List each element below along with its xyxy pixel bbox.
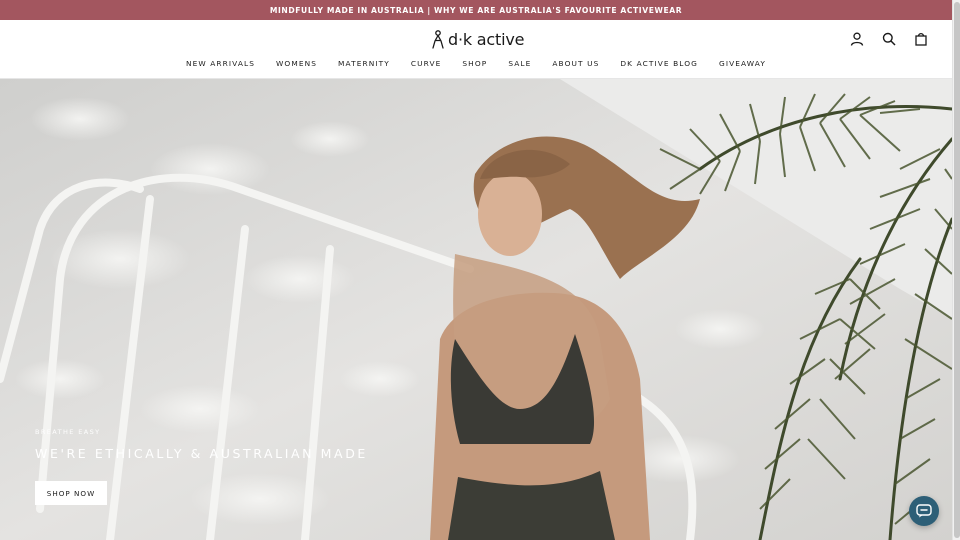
search-icon[interactable]: [882, 32, 896, 46]
site-header: d·k active NEW ARRIVALS WOMENS MATERNITY…: [0, 20, 952, 79]
hero-image: [0, 79, 952, 540]
nav-item-curve[interactable]: CURVE: [400, 59, 452, 68]
logo-figure-icon: [432, 29, 444, 49]
brand-logo[interactable]: d·k active: [432, 29, 524, 49]
bag-icon[interactable]: [914, 32, 928, 46]
chat-icon: [916, 504, 932, 518]
nav-item-womens[interactable]: WOMENS: [266, 59, 328, 68]
chat-launcher[interactable]: [909, 496, 939, 526]
main-nav: NEW ARRIVALS WOMENS MATERNITY CURVE SHOP…: [0, 59, 952, 68]
nav-item-shop[interactable]: SHOP: [452, 59, 498, 68]
page-scrollbar[interactable]: [952, 0, 960, 540]
nav-item-maternity[interactable]: MATERNITY: [328, 59, 401, 68]
announcement-text[interactable]: MINDFULLY MADE IN AUSTRALIA | WHY WE ARE…: [270, 6, 682, 15]
shop-now-button[interactable]: SHOP NOW: [35, 481, 107, 505]
hero-banner[interactable]: BREATHE EASY WE'RE ETHICALLY & AUSTRALIA…: [0, 79, 952, 540]
nav-item-about-us[interactable]: ABOUT US: [542, 59, 610, 68]
hero-text: BREATHE EASY WE'RE ETHICALLY & AUSTRALIA…: [35, 428, 368, 461]
nav-item-giveaway[interactable]: GIVEAWAY: [709, 59, 777, 68]
hero-heading: WE'RE ETHICALLY & AUSTRALIAN MADE: [35, 446, 368, 461]
scrollbar-thumb[interactable]: [954, 2, 960, 538]
account-icon[interactable]: [850, 32, 864, 46]
nav-item-new-arrivals[interactable]: NEW ARRIVALS: [176, 59, 266, 68]
brand-name: d·k active: [448, 29, 525, 49]
hero-eyebrow: BREATHE EASY: [35, 428, 101, 436]
announcement-bar[interactable]: MINDFULLY MADE IN AUSTRALIA | WHY WE ARE…: [0, 0, 952, 20]
nav-item-sale[interactable]: SALE: [498, 59, 542, 68]
nav-item-blog[interactable]: DK ACTIVE BLOG: [610, 59, 709, 68]
